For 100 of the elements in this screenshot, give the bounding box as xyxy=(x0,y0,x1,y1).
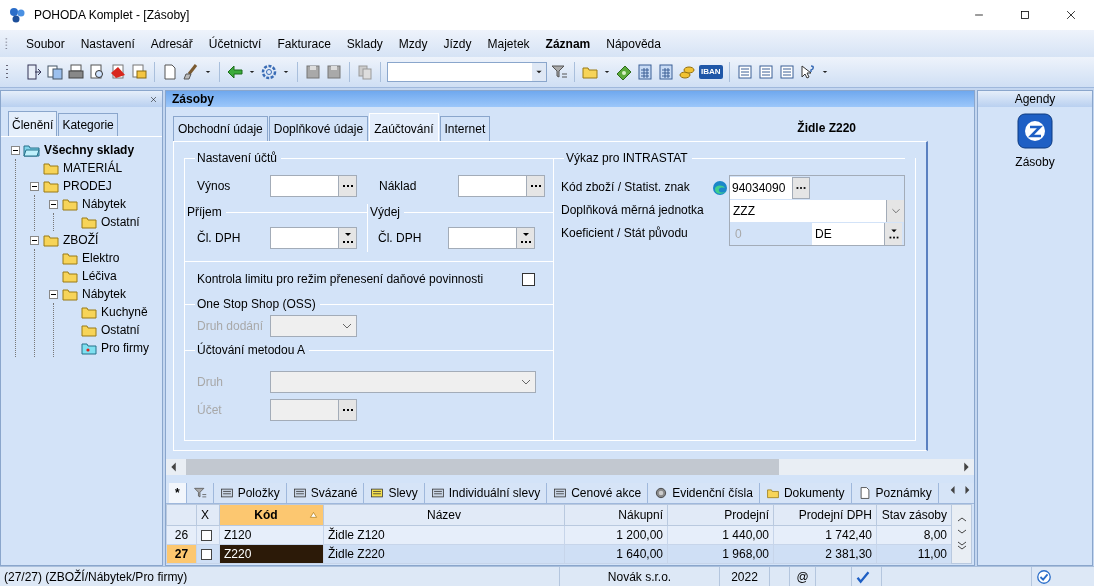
lookup-field[interactable] xyxy=(270,175,357,197)
detail-tab[interactable]: Slevy xyxy=(364,483,425,503)
form-tab[interactable]: Obchodní údaje xyxy=(173,116,268,141)
record-title: Židle Z220 xyxy=(797,119,856,137)
detail-tab[interactable]: Individuální slevy xyxy=(424,483,548,503)
filter-icon[interactable] xyxy=(192,486,207,500)
menu-item[interactable]: Účetnictví xyxy=(200,34,270,53)
collapse-icon[interactable] xyxy=(11,145,20,155)
form-tab[interactable]: Internet xyxy=(439,116,491,141)
lookup-field[interactable]: DE xyxy=(812,222,902,245)
column-header[interactable]: Stav zásoby xyxy=(876,504,952,526)
form-tab[interactable]: Doplňkové údaje xyxy=(268,116,369,141)
collapse-icon[interactable] xyxy=(30,235,39,245)
lookup-field[interactable] xyxy=(270,227,357,249)
new-page-icon[interactable] xyxy=(161,63,179,81)
menu-item[interactable]: Nápověda xyxy=(598,34,669,53)
lookup-field[interactable] xyxy=(458,175,545,197)
tree-item[interactable]: Všechny sklady xyxy=(44,141,135,159)
page-icon[interactable] xyxy=(857,486,872,500)
money-icon[interactable] xyxy=(615,63,633,81)
menu-item[interactable]: Nastavení xyxy=(72,34,143,53)
help-icon[interactable] xyxy=(798,63,817,81)
code-field[interactable]: 94034090 xyxy=(730,176,792,199)
column-header[interactable]: Prodejní xyxy=(667,504,774,526)
list-icon[interactable] xyxy=(292,486,307,500)
collapse-icon[interactable] xyxy=(30,181,39,191)
print-preview-icon[interactable] xyxy=(88,63,106,81)
detail-tab[interactable]: Poznámky xyxy=(851,483,939,503)
close-icon[interactable] xyxy=(1064,8,1078,22)
document-icon[interactable] xyxy=(735,63,754,81)
form-tab[interactable]: Zaúčtování xyxy=(369,113,439,141)
checkbox[interactable] xyxy=(201,548,212,560)
detail-tab[interactable]: Položky xyxy=(213,483,287,503)
gear-icon[interactable] xyxy=(260,63,278,81)
list-icon[interactable] xyxy=(553,486,568,500)
detail-tab[interactable]: Evidenční čísla xyxy=(648,483,760,503)
agenda-icon[interactable] xyxy=(1017,113,1053,149)
column-header[interactable]: Název xyxy=(323,504,565,526)
tree-item[interactable]: MATERIÁL xyxy=(63,159,123,177)
tree-item[interactable]: PRODEJ xyxy=(63,177,112,195)
tree-item[interactable]: ZBOŽÍ xyxy=(63,231,99,249)
collapse-icon[interactable] xyxy=(49,199,58,209)
list-icon[interactable] xyxy=(430,486,445,500)
tree-item[interactable]: Nábytek xyxy=(82,285,127,303)
iban-button[interactable]: IBAN xyxy=(699,65,723,79)
back-arrow-icon[interactable] xyxy=(226,63,244,81)
tree-item[interactable]: Léčiva xyxy=(82,267,117,285)
lookup-field[interactable] xyxy=(448,227,535,249)
brush-icon[interactable] xyxy=(182,63,200,81)
detail-tab[interactable]: Cenové akce xyxy=(547,483,649,503)
copy-record-icon[interactable] xyxy=(46,63,64,81)
list-icon[interactable] xyxy=(219,486,234,500)
save-icon[interactable] xyxy=(325,63,343,81)
vertical-scrollbar[interactable] xyxy=(955,516,969,552)
exit-icon[interactable] xyxy=(25,63,43,81)
detail-tab[interactable]: * xyxy=(169,483,187,503)
column-header[interactable]: Prodejní DPH xyxy=(773,504,877,526)
close-panel-button[interactable] xyxy=(149,94,158,104)
document-icon[interactable] xyxy=(756,63,775,81)
menu-item[interactable]: Adresář xyxy=(142,34,201,53)
save-icon[interactable] xyxy=(304,63,322,81)
pdf-icon[interactable] xyxy=(109,63,127,81)
tree-item[interactable]: Ostatní xyxy=(101,321,140,339)
tree-item[interactable]: Nábytek xyxy=(82,195,127,213)
menu-item[interactable]: Sklady xyxy=(338,34,391,53)
column-header[interactable]: Nákupní xyxy=(564,504,668,526)
menu-item[interactable]: Jízdy xyxy=(435,34,480,53)
horizontal-scrollbar[interactable] xyxy=(166,459,974,475)
tree-item[interactable]: Elektro xyxy=(82,249,120,267)
globe-icon[interactable] xyxy=(711,179,729,197)
collapse-icon[interactable] xyxy=(49,289,58,299)
filter-icon[interactable] xyxy=(550,63,568,81)
disc-icon[interactable] xyxy=(654,486,669,500)
menu-item[interactable]: Soubor xyxy=(18,34,73,53)
detail-tab[interactable]: Svázané xyxy=(286,483,365,503)
panel-tab[interactable]: Kategorie xyxy=(58,113,118,136)
app-logo-icon xyxy=(8,6,26,24)
mail-icon[interactable] xyxy=(130,63,148,81)
menu-item[interactable]: Fakturace xyxy=(269,34,339,53)
panel-tab[interactable]: Členění xyxy=(8,111,58,136)
agenda-label[interactable]: Zásoby xyxy=(1015,153,1055,171)
detail-tab[interactable]: Dokumenty xyxy=(759,483,852,503)
country-field[interactable]: DE xyxy=(812,222,884,245)
print-icon[interactable] xyxy=(67,63,85,81)
maximize-icon[interactable] xyxy=(1018,8,1032,22)
menu-item[interactable]: Majetek xyxy=(479,34,538,53)
list-icon[interactable] xyxy=(370,486,385,500)
tree-item[interactable]: Kuchyně xyxy=(101,303,148,321)
menu-item[interactable]: Záznam xyxy=(537,34,599,53)
column-header[interactable]: Kód xyxy=(219,504,324,526)
field-label: Účet xyxy=(197,401,223,419)
calculator-icon[interactable] xyxy=(657,63,675,81)
checkbox[interactable] xyxy=(201,529,212,541)
tree-item[interactable]: Ostatní xyxy=(101,213,140,231)
menu-item[interactable]: Mzdy xyxy=(390,34,436,53)
coins-icon[interactable] xyxy=(678,63,696,81)
calculator-icon[interactable] xyxy=(636,63,654,81)
checkbox[interactable] xyxy=(522,272,535,286)
tree-item[interactable]: Pro firmy xyxy=(101,339,149,357)
column-header[interactable]: X xyxy=(196,504,220,526)
